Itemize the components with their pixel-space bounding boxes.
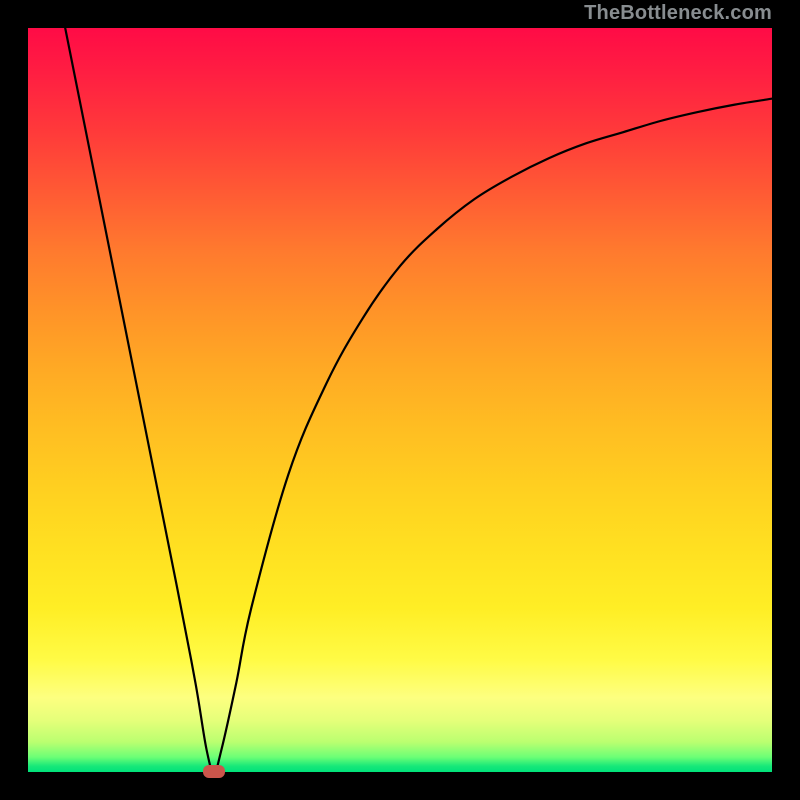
chart-frame: TheBottleneck.com	[0, 0, 800, 800]
gradient-plot-area	[28, 28, 772, 772]
bottleneck-curve	[28, 28, 772, 772]
attribution-label: TheBottleneck.com	[584, 2, 772, 25]
minimum-marker	[203, 765, 225, 778]
